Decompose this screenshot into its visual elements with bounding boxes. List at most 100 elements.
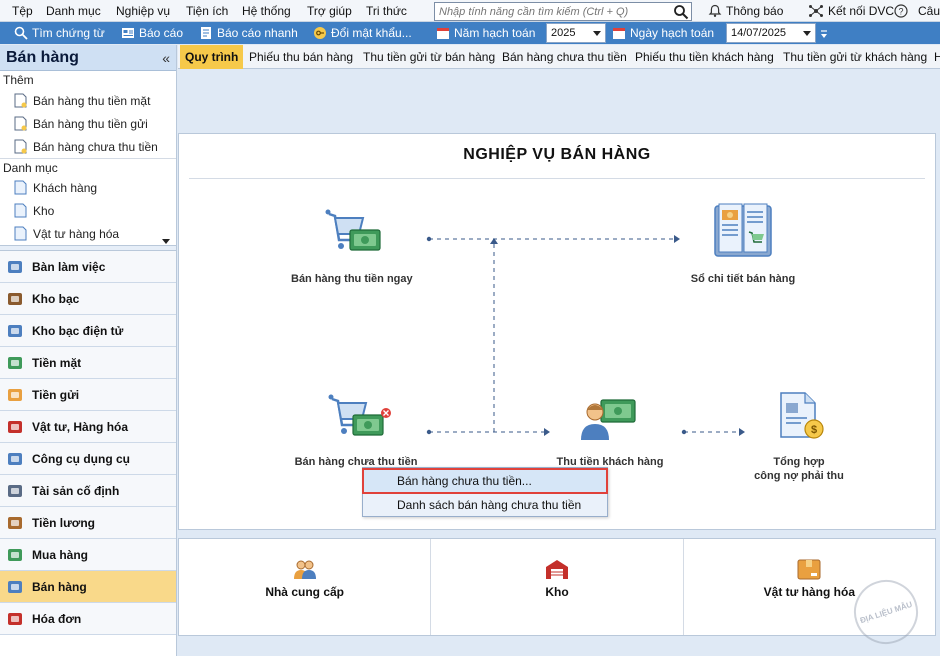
question-icon: ?	[894, 4, 908, 18]
module-icon	[8, 356, 22, 369]
menu-file[interactable]: Tệp	[12, 4, 33, 18]
module-9[interactable]: Mua hàng	[0, 539, 176, 571]
report-label: Báo cáo	[139, 26, 184, 40]
shopping-cart-unpaid-icon[interactable]	[326, 393, 396, 441]
find-voucher-button[interactable]: Tìm chứng từ	[14, 24, 105, 42]
module-icon	[8, 612, 22, 625]
posting-date-value: 14/07/2025	[731, 27, 787, 39]
svg-text:?: ?	[898, 7, 903, 17]
document-add-icon	[14, 93, 27, 108]
connect-dvc-button[interactable]: Kết nối DVC	[808, 4, 894, 18]
module-1[interactable]: Kho bạc	[0, 283, 176, 315]
bell-icon	[708, 4, 722, 17]
module-8[interactable]: Tiền lương	[0, 507, 176, 539]
module-icon	[8, 548, 22, 561]
module-10[interactable]: Bán hàng	[0, 571, 176, 603]
sidebar-header: Bán hàng «	[0, 45, 176, 71]
sidebar-link-credit-sale[interactable]: Bán hàng chưa thu tiền	[0, 135, 176, 158]
fiscal-year-select[interactable]: 2025	[546, 23, 606, 43]
fiscal-year-label: Năm hạch toán	[454, 26, 536, 40]
tab-customer-receipt[interactable]: Phiếu thu tiền khách hàng	[635, 45, 774, 69]
fiscal-year-value: 2025	[551, 27, 576, 39]
shortcut-warehouse[interactable]: Kho	[431, 539, 684, 635]
node-label-summary-line2[interactable]: công nợ phải thu	[739, 470, 859, 482]
module-icon	[8, 324, 22, 337]
toolbar-overflow-icon[interactable]	[819, 28, 829, 40]
sidebar-link-deposit-sale[interactable]: Bán hàng thu tiền gửi	[0, 112, 176, 135]
customer-payment-icon[interactable]	[579, 396, 639, 444]
watermark-text: ĐỊA LIỆU MẪU	[858, 599, 914, 625]
feature-search-input[interactable]	[435, 3, 669, 20]
warehouse-icon	[545, 560, 568, 579]
module-2[interactable]: Kho bạc điện tử	[0, 315, 176, 347]
module-label: Công cụ dụng cụ	[32, 451, 130, 466]
module-icon	[8, 260, 22, 273]
context-menu: Bán hàng chưa thu tiền... Danh sách bán …	[362, 467, 608, 517]
calendar-icon	[437, 28, 449, 39]
menu-help[interactable]: Trợ giúp	[307, 4, 352, 18]
change-password-button[interactable]: Đổi mật khẩu...	[313, 24, 412, 42]
node-label-summary-line1[interactable]: Tổng hợp	[739, 456, 859, 468]
module-label: Bàn làm việc	[32, 259, 106, 274]
module-icon	[8, 292, 22, 305]
shortcut-suppliers[interactable]: Nhà cung cấp	[179, 539, 432, 635]
menu-utilities[interactable]: Tiện ích	[186, 4, 228, 18]
tab-deposit-from-customer[interactable]: Thu tiền gửi từ khách hàng	[783, 45, 927, 69]
menu-catalog[interactable]: Danh mục	[46, 4, 101, 18]
key-icon	[314, 27, 326, 39]
connect-dvc-label: Kết nối DVC	[828, 4, 895, 18]
sidebar-title: Bán hàng	[6, 48, 79, 66]
shopping-cart-cash-icon[interactable]	[323, 206, 383, 258]
sidebar-link-warehouse[interactable]: Kho	[0, 199, 176, 222]
module-7[interactable]: Tài sản cố định	[0, 475, 176, 507]
fiscal-year-label-group: Năm hạch toán	[436, 24, 535, 42]
sidebar-link-goods[interactable]: Vật tư hàng hóa	[0, 222, 176, 245]
ledger-book-icon[interactable]	[713, 202, 773, 260]
module-6[interactable]: Công cụ dụng cụ	[0, 443, 176, 475]
posting-date-label: Ngày hạch toán	[630, 26, 715, 40]
module-icon	[8, 516, 22, 529]
network-icon	[809, 5, 823, 17]
sidebar-link-cash-sale[interactable]: Bán hàng thu tiền mặt	[0, 89, 176, 112]
document-icon	[14, 203, 27, 218]
module-5[interactable]: Vật tư, Hàng hóa	[0, 411, 176, 443]
module-icon	[8, 484, 22, 497]
search-icon[interactable]	[673, 4, 689, 20]
chevron-down-icon	[803, 31, 811, 36]
catalog-shortcuts-panel: Nhà cung cấp Kho Vật tư hàng hóa	[178, 538, 936, 636]
node-label-cash-sale[interactable]: Bán hàng thu tiền ngay	[291, 273, 413, 285]
shortcut-label: Kho	[545, 585, 569, 599]
menu-item-credit-sale-list[interactable]: Danh sách bán hàng chưa thu tiền	[363, 493, 607, 517]
node-label-sales-ledger[interactable]: Sổ chi tiết bán hàng	[683, 273, 803, 285]
module-3[interactable]: Tiền mặt	[0, 347, 176, 379]
help-button[interactable]: ? Câu	[894, 4, 940, 18]
sidebar-link-customers[interactable]: Khách hàng	[0, 176, 176, 199]
menu-system[interactable]: Hệ thống	[242, 4, 291, 18]
document-icon	[201, 27, 211, 39]
menu-item-new-credit-sale[interactable]: Bán hàng chưa thu tiền...	[362, 468, 608, 494]
tab-process[interactable]: Quy trình	[180, 45, 244, 69]
collapse-icon[interactable]: «	[162, 50, 170, 66]
module-11[interactable]: Hóa đơn	[0, 603, 176, 635]
menu-knowledge[interactable]: Tri thức	[366, 4, 407, 18]
tab-deposit-from-sales[interactable]: Thu tiền gửi từ bán hàng	[363, 45, 495, 69]
report-button[interactable]: Báo cáo	[121, 24, 183, 42]
menu-operations[interactable]: Nghiệp vụ	[116, 4, 170, 18]
tab-sales-receipt[interactable]: Phiếu thu bán hàng	[249, 45, 353, 69]
chevron-down-icon	[593, 31, 601, 36]
feature-search-box[interactable]	[434, 2, 692, 21]
sidebar-link-label: Kho	[33, 203, 55, 218]
document-add-icon	[14, 116, 27, 131]
notifications-button[interactable]: Thông báo	[708, 4, 783, 18]
module-label: Hóa đơn	[32, 611, 82, 626]
tab-credit-sales[interactable]: Bán hàng chưa thu tiền	[502, 45, 627, 69]
module-label: Tiền gửi	[32, 387, 80, 402]
receivables-report-icon[interactable]: $	[777, 391, 827, 441]
tab-more[interactable]: H	[934, 45, 940, 69]
sidebar-link-label: Vật tư hàng hóa	[33, 226, 120, 241]
module-4[interactable]: Tiền gửi	[0, 379, 176, 411]
module-0[interactable]: Bàn làm việc	[0, 251, 176, 283]
quick-report-button[interactable]: Báo cáo nhanh	[199, 24, 298, 42]
scroll-down-icon[interactable]	[162, 239, 170, 244]
posting-date-select[interactable]: 14/07/2025	[726, 23, 816, 43]
